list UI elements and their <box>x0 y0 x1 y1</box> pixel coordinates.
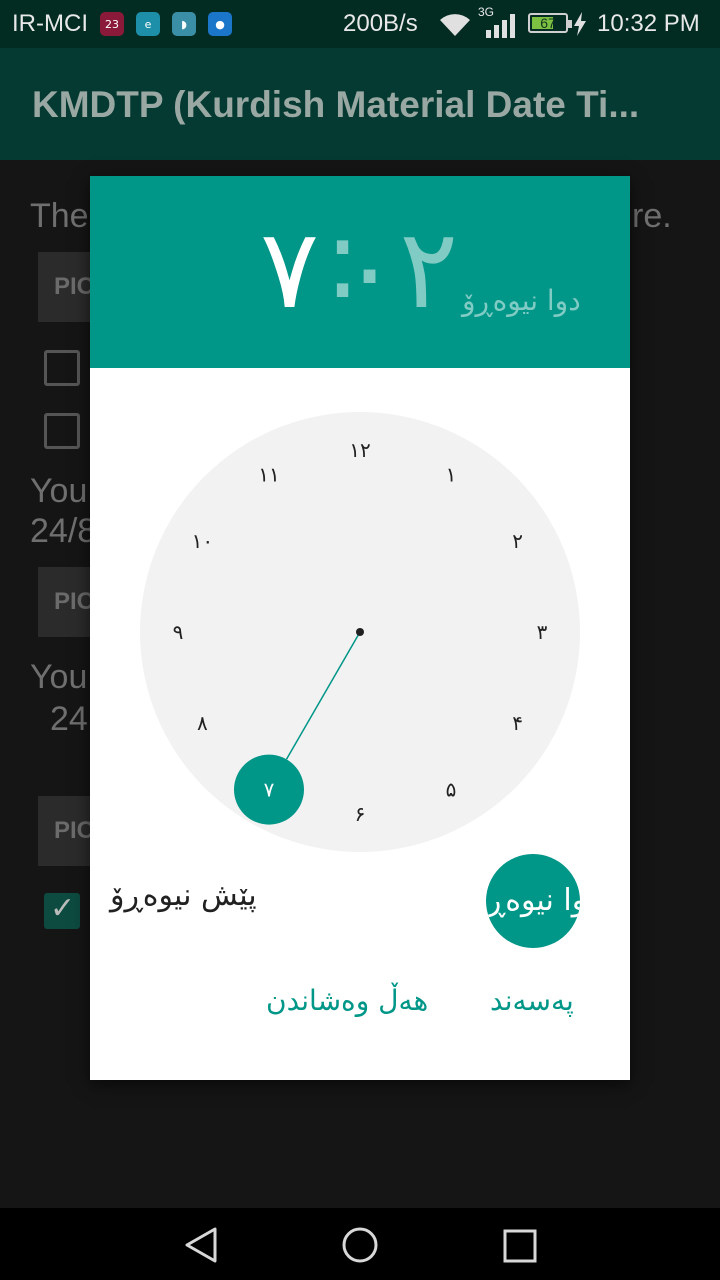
back-icon[interactable] <box>182 1226 220 1264</box>
message-notification-icon: ● <box>208 12 232 36</box>
status-bar: IR-MCI 23 e ◗ ● 200B/s 3G 67 10:32 PM <box>0 0 720 48</box>
pick-button-1[interactable]: PIC <box>38 252 98 322</box>
clock-number[interactable]: ۵ <box>446 778 457 802</box>
bg-text-line2b: 24/8 <box>30 512 97 550</box>
app-title: KMDTP (Kurdish Material Date Ti... <box>32 84 640 125</box>
bg-text-line1-end: re. <box>632 197 672 235</box>
bg-text-line2a: You <box>30 472 88 510</box>
clock-number[interactable]: ۸ <box>197 711 208 735</box>
clock-number[interactable]: ۲ <box>512 529 523 553</box>
time-picker-dialog: ۰۲ : ۷ دوا نیوەڕۆ ۱۲ ۱ ۲ ۳ ۴ ۵ ۶ ۷ ۸ ۹ ۱۰ ۱۱ پێش نی… <box>90 176 630 1080</box>
clock-svg: ۱۲۱۲۳۴۵۶۷۸۹۱۰۱۱ <box>173 438 548 826</box>
clock-center <box>356 628 364 636</box>
wifi-icon <box>440 14 470 36</box>
bg-text-line1: The <box>30 197 89 235</box>
am-button[interactable]: پێش نیوەڕۆ <box>110 878 257 913</box>
clock-number[interactable]: ۳ <box>537 620 548 644</box>
option-checkbox-3[interactable] <box>44 891 80 929</box>
pick-button-3[interactable]: PIC <box>38 796 98 866</box>
carrier-label: IR-MCI <box>12 10 88 37</box>
battery-level: 67 <box>540 15 556 31</box>
android-notification-icon: ◗ <box>172 12 196 36</box>
home-icon[interactable] <box>341 1226 379 1264</box>
clock-number[interactable]: ۴ <box>512 711 523 735</box>
option-checkbox-1[interactable] <box>44 350 80 386</box>
pm-label: دوا نیوەڕۆ <box>486 883 580 918</box>
charging-icon <box>574 12 586 36</box>
recents-icon[interactable] <box>502 1228 538 1264</box>
clock-number[interactable]: ۱۲ <box>349 438 370 462</box>
header-colon: : <box>324 195 362 323</box>
browser-notification-icon: e <box>136 12 160 36</box>
pm-button[interactable]: دوا نیوەڕۆ <box>486 854 580 948</box>
clock-hand <box>285 631 361 760</box>
signal-icon <box>486 14 515 38</box>
network-speed: 200B/s <box>343 10 418 37</box>
calendar-notification-icon: 23 <box>100 12 124 36</box>
time-header: ۰۲ : ۷ دوا نیوەڕۆ <box>90 176 630 368</box>
ok-button[interactable]: پەسەند <box>490 984 574 1017</box>
header-hour[interactable]: ۷ <box>260 204 319 334</box>
clock-number[interactable]: ۱ <box>446 462 457 486</box>
clock-number[interactable]: ۱۰ <box>192 529 213 553</box>
clock-number[interactable]: ۹ <box>173 620 184 644</box>
cancel-button[interactable]: هەڵ وەشاندن <box>266 984 428 1017</box>
clock-time: 10:32 PM <box>597 10 700 37</box>
clock-number-selected[interactable]: ۷ <box>264 778 275 802</box>
header-ampm: دوا نیوەڕۆ <box>462 284 581 317</box>
clock-face[interactable]: ۱۲ ۱ ۲ ۳ ۴ ۵ ۶ ۷ ۸ ۹ ۱۰ ۱۱ <box>140 412 580 852</box>
bg-text-line3b: 24 <box>50 700 88 738</box>
clock-number[interactable]: ۱۱ <box>258 462 279 486</box>
navigation-bar <box>0 1208 720 1280</box>
battery-icon: 67 <box>528 13 572 33</box>
clock-number[interactable]: ۶ <box>355 802 366 826</box>
option-checkbox-2[interactable] <box>44 413 80 449</box>
pick-button-2[interactable]: PIC <box>38 567 98 637</box>
bg-text-line3a: You <box>30 658 88 696</box>
